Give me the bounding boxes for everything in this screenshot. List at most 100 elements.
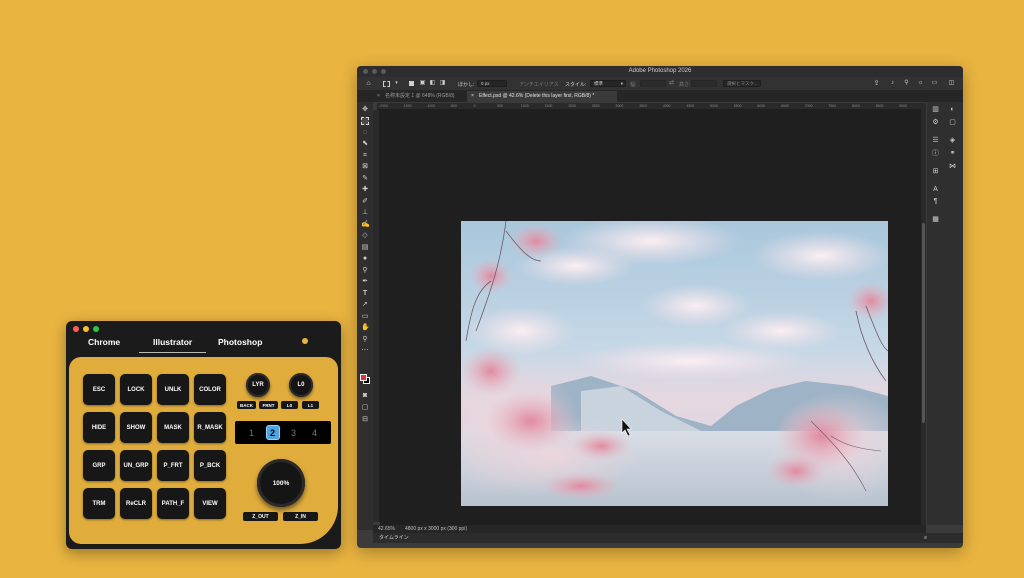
screen-mode-icon[interactable]: ▢ [361,404,369,412]
swatches-icon[interactable]: ▦ [931,215,940,224]
key-trim[interactable]: TRM [83,488,115,519]
front-button[interactable]: FRNT [259,401,278,409]
width-input[interactable] [640,80,666,87]
move-tool-icon[interactable]: ✥ [361,106,369,114]
panel-toggle-icon[interactable]: ◫ [948,80,955,87]
style-select[interactable]: 標準 ▾ [590,80,626,87]
zoom-out-button[interactable]: Z_OUT [243,512,278,521]
minimize-window-button[interactable] [83,326,89,332]
close-window-button[interactable] [73,326,79,332]
info-icon[interactable]: ⓘ [931,149,940,158]
timeline-label[interactable]: タイムライン [379,535,409,541]
hand-tool-icon[interactable]: ✋ [361,324,370,332]
paths-icon[interactable]: ⋈ [948,162,957,171]
eyedropper-tool-icon[interactable]: ✎ [361,175,369,183]
new-selection-icon[interactable] [409,81,414,86]
close-tab-icon[interactable]: × [377,91,380,102]
dodge-tool-icon[interactable]: ⚲ [361,267,369,275]
paragraph-icon[interactable]: ¶ [931,197,940,206]
select-and-mask-button[interactable]: 選択とマスク... [723,80,761,87]
history-icon[interactable]: ▥ [931,105,940,114]
tab-effect-psd[interactable]: × Effect.psd @ 42.6% (Delete this layer … [467,91,617,102]
brush-settings-icon[interactable]: ☰ [931,136,940,145]
key-r-mask[interactable]: R_MASK [194,412,226,443]
key-esc[interactable]: ESC [83,374,115,405]
clone-stamp-tool-icon[interactable]: ⊥ [361,209,369,217]
libraries-icon[interactable]: ▢ [948,118,957,127]
vertical-scrollbar[interactable] [921,103,926,526]
canvas-area[interactable] [380,110,921,526]
zoom-knob[interactable]: 100% [257,459,305,507]
key-group[interactable]: GRP [83,450,115,481]
object-selection-tool-icon[interactable]: ⬉ [361,140,369,148]
adjustments-icon[interactable]: ⚙ [931,118,940,127]
rectangular-marquee-tool-icon[interactable] [361,117,369,125]
shape-tool-icon[interactable]: ▭ [361,313,369,321]
chevron-down-icon[interactable]: ▾ [393,80,400,87]
feather-input[interactable]: 0 px [477,80,507,87]
tab-photoshop[interactable]: Photoshop [218,337,262,347]
layer-slot-4[interactable]: 4 [309,426,321,439]
layer-slot-2-active[interactable]: 2 [266,426,279,439]
crop-tool-icon[interactable]: ⌗ [361,152,369,160]
bell-icon[interactable]: ♪ [889,80,896,87]
share-icon[interactable]: ⇪ [873,80,880,87]
key-lock[interactable]: LOCK [120,374,152,405]
document-image[interactable] [461,221,888,506]
zoom-tool-icon[interactable]: ⚲ [361,336,369,344]
properties-icon[interactable]: ⊞ [931,167,940,176]
add-selection-icon[interactable]: ▣ [419,80,426,87]
intersect-selection-icon[interactable]: ◨ [439,80,446,87]
foreground-color-swatch[interactable] [360,374,367,381]
chevron-right-icon[interactable]: › [451,525,453,533]
layers-icon[interactable]: ◈ [948,136,957,145]
workspace-icon[interactable]: ▭ [931,80,938,87]
key-mask[interactable]: MASK [157,412,189,443]
lyr-knob[interactable]: LYR [246,373,270,397]
key-reclr[interactable]: ReCLR [120,488,152,519]
blur-tool-icon[interactable]: ● [361,255,369,263]
marquee-icon[interactable] [383,81,390,87]
color-icon[interactable]: ◐ [948,105,957,114]
home-icon[interactable]: ⌂ [365,80,372,87]
panel-menu-icon[interactable]: ≡ [924,533,927,543]
lightbulb-icon[interactable]: ☼ [917,80,924,87]
pen-tool-icon[interactable]: ✒ [361,278,369,286]
l0-knob[interactable]: L0 [289,373,313,397]
eraser-tool-icon[interactable]: ◇ [361,232,369,240]
tab-untitled-document[interactable]: × 名称未設定 1 @ 648% (RGB/8) [373,91,467,102]
key-p-front[interactable]: P_FRT [157,450,189,481]
zoom-window-button[interactable] [93,326,99,332]
back-button[interactable]: BACK [237,401,256,409]
key-view[interactable]: VIEW [194,488,226,519]
character-icon[interactable]: A [931,185,940,194]
type-tool-icon[interactable]: T [361,290,369,298]
layer-slot-3[interactable]: 3 [288,426,300,439]
key-ungroup[interactable]: UN_GRP [120,450,152,481]
path-selection-tool-icon[interactable]: ➚ [361,301,369,309]
key-color[interactable]: COLOR [194,374,226,405]
zoom-in-button[interactable]: Z_IN [283,512,318,521]
tab-chrome[interactable]: Chrome [88,337,120,347]
history-brush-tool-icon[interactable]: ✍ [361,221,370,229]
channels-icon[interactable]: ⚭ [948,149,957,158]
frame-tool-icon[interactable]: ⊠ [361,163,369,171]
search-icon[interactable]: ⚲ [903,80,910,87]
layer-slot-1[interactable]: 1 [246,426,258,439]
l0-button[interactable]: L0 [281,401,298,409]
key-p-back[interactable]: P_BCK [194,450,226,481]
l1-button[interactable]: L1 [302,401,319,409]
subtract-selection-icon[interactable]: ◧ [429,80,436,87]
close-tab-icon[interactable]: × [471,91,474,102]
key-show[interactable]: SHOW [120,412,152,443]
key-path-f[interactable]: PATH_F [157,488,189,519]
more-tools-icon[interactable]: ⋯ [361,347,369,355]
brush-tool-icon[interactable]: ✐ [361,198,369,206]
key-unlock[interactable]: UNLK [157,374,189,405]
healing-brush-tool-icon[interactable]: ✚ [361,186,369,194]
height-input[interactable] [691,80,717,87]
zoom-level[interactable]: 42.65% [378,525,395,533]
quick-mask-icon[interactable]: ◙ [361,392,369,400]
key-hide[interactable]: HIDE [83,412,115,443]
tab-illustrator[interactable]: Illustrator [138,337,207,353]
